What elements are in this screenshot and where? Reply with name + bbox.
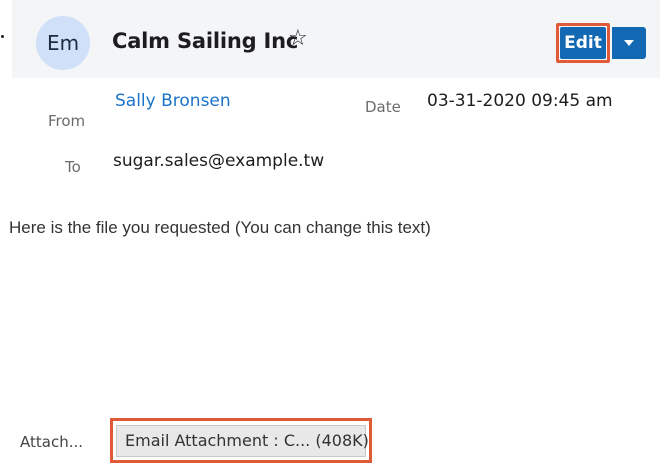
from-value-link[interactable]: Sally Bronsen	[115, 91, 231, 111]
star-icon[interactable]: ☆	[288, 27, 308, 49]
bullet-dot	[1, 35, 4, 38]
avatar: Em	[36, 16, 90, 70]
email-record-view: Em Calm Sailing Inc ☆ Edit From Sally Br…	[0, 0, 660, 463]
attachments-label: Attach...	[20, 433, 84, 451]
email-body-text: Here is the file you requested (You can …	[9, 218, 431, 237]
from-label: From	[48, 112, 86, 130]
date-value: 03-31-2020 09:45 am	[427, 91, 613, 111]
to-value: sugar.sales@example.tw	[113, 151, 325, 171]
actions-dropdown-button[interactable]	[612, 27, 646, 59]
attachment-pill[interactable]: Email Attachment : C... (408K)	[116, 425, 369, 457]
caret-down-icon	[624, 40, 634, 46]
date-label: Date	[365, 98, 401, 116]
to-label: To	[65, 158, 81, 176]
record-title: Calm Sailing Inc	[112, 29, 299, 53]
edit-button[interactable]: Edit	[560, 27, 606, 59]
